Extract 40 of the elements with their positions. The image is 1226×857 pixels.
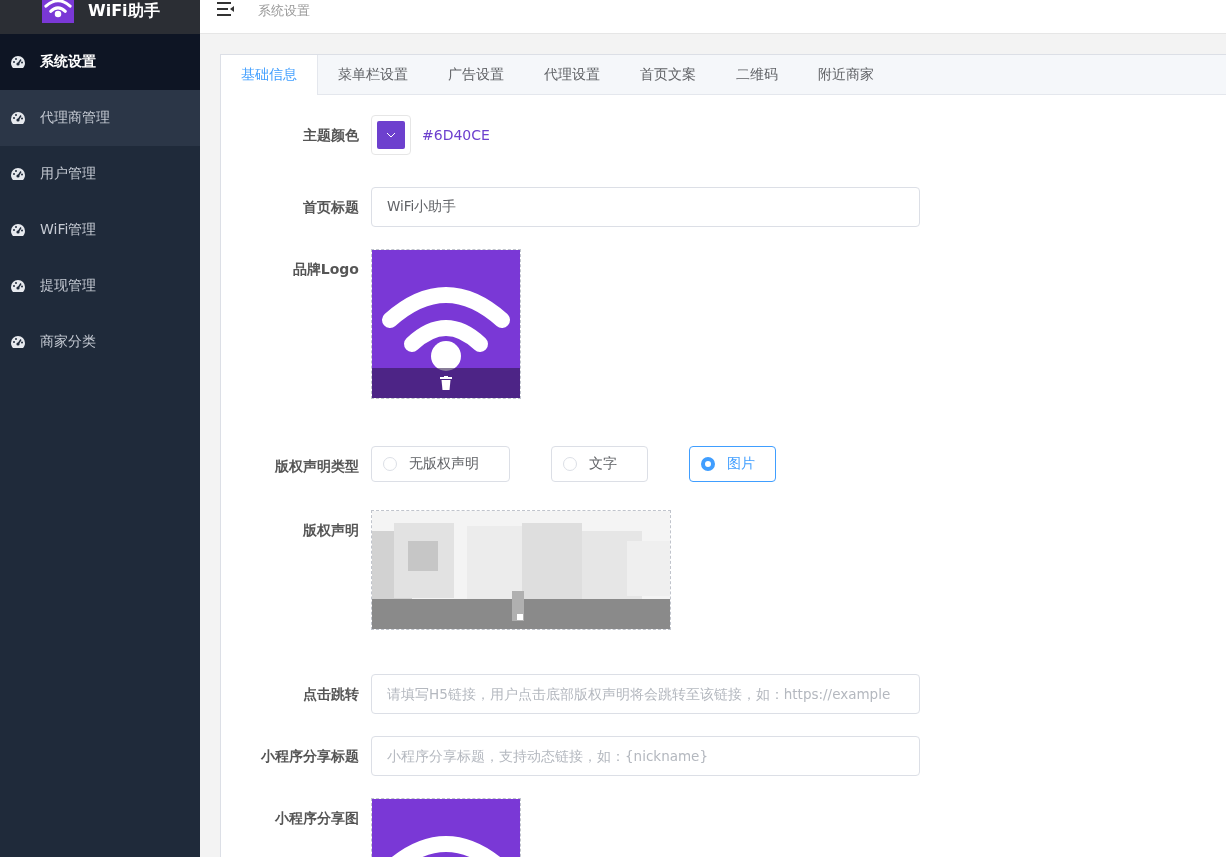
tab[interactable]: 首页文案 <box>620 55 716 95</box>
field-label: 小程序分享标题 <box>261 747 360 766</box>
gauge-icon <box>10 335 26 349</box>
sidebar-item[interactable]: 系统设置 <box>0 34 200 90</box>
color-value: #6D40CE <box>422 127 490 143</box>
breadcrumb: 系统设置 <box>258 2 310 20</box>
menu-icon[interactable] <box>217 2 234 16</box>
field-label: 版权声明类型 <box>275 457 360 476</box>
tab[interactable]: 广告设置 <box>428 55 524 95</box>
color-picker[interactable] <box>371 115 411 155</box>
sidebar-item[interactable]: 代理商管理 <box>0 90 200 146</box>
caret-icon <box>386 132 396 138</box>
sidebar-item[interactable]: WiFi管理 <box>0 202 200 258</box>
radio-option[interactable]: 文字 <box>551 446 648 482</box>
wifi-logo-icon <box>372 250 520 398</box>
tab[interactable]: 菜单栏设置 <box>318 55 428 95</box>
field-label: 点击跳转 <box>303 685 360 704</box>
field-label: 品牌Logo <box>292 260 360 279</box>
tab[interactable]: 二维码 <box>716 55 798 95</box>
app-title: WiFi助手 <box>88 0 160 22</box>
tab[interactable]: 代理设置 <box>524 55 620 95</box>
sidebar-item[interactable]: 商家分类 <box>0 314 200 370</box>
tab[interactable]: 附近商家 <box>798 55 894 95</box>
sidebar-item[interactable]: 提现管理 <box>0 258 200 314</box>
delete-icon[interactable] <box>440 376 452 390</box>
input-field[interactable]: 请填写H5链接，用户点击底部版权声明将会跳转至该链接，如：https://example <box>371 674 920 714</box>
gauge-icon <box>10 279 26 293</box>
gauge-icon <box>10 55 26 69</box>
radio-option[interactable]: 无版权声明 <box>371 446 510 482</box>
sidebar-item[interactable]: 用户管理 <box>0 146 200 202</box>
input-field[interactable]: 小程序分享标题，支持动态链接，如：{nickname} <box>371 736 920 776</box>
field-label: 小程序分享图 <box>275 809 360 828</box>
field-label: 首页标题 <box>303 198 360 217</box>
gauge-icon <box>10 167 26 181</box>
wifi-logo-icon <box>42 0 74 23</box>
gauge-icon <box>10 223 26 237</box>
gauge-icon <box>10 111 26 125</box>
input-field[interactable]: WiFi小助手 <box>371 187 920 227</box>
field-label: 主题颜色 <box>303 126 360 145</box>
field-label: 版权声明 <box>303 521 360 540</box>
